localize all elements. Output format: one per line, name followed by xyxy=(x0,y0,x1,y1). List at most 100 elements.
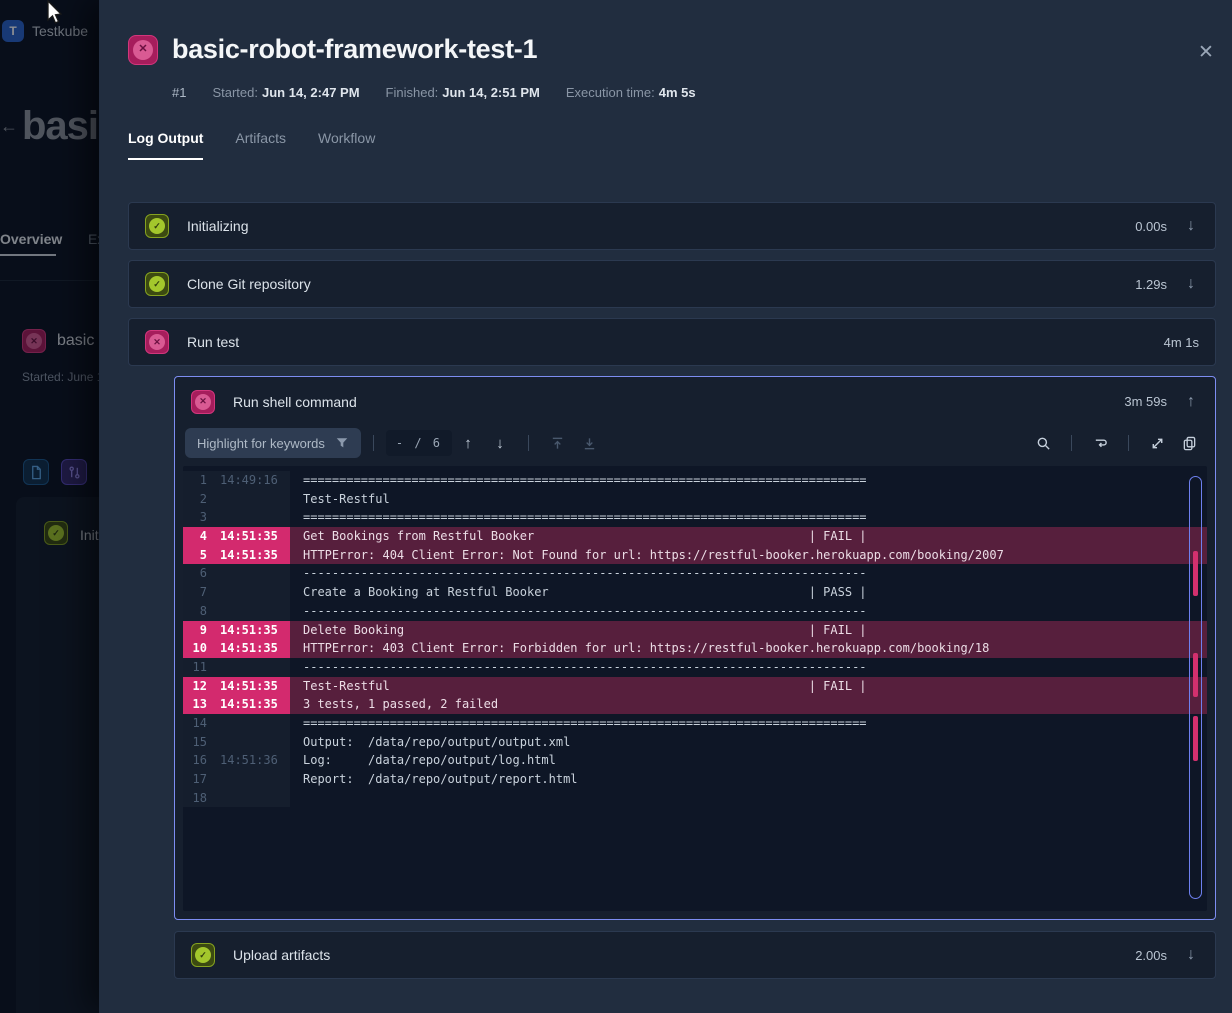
log-scrollbar[interactable] xyxy=(1189,476,1202,899)
log-line: 414:51:35Get Bookings from Restful Booke… xyxy=(183,527,1207,546)
filter-icon xyxy=(335,436,349,450)
expand-arrow-icon[interactable]: ↓ xyxy=(1183,275,1199,293)
log-line: 14======================================… xyxy=(183,714,1207,733)
step-label: Initializing xyxy=(187,218,1135,234)
started-label: Started: xyxy=(212,85,258,100)
log-line: 7Create a Booking at Restful Booker | PA… xyxy=(183,583,1207,602)
log-lines: 114:49:16===============================… xyxy=(183,471,1207,807)
execution-time-label: Execution time: xyxy=(566,85,655,100)
error-position-mark xyxy=(1193,653,1198,697)
toolbar-divider xyxy=(1128,435,1129,451)
tab-workflow[interactable]: Workflow xyxy=(318,130,375,160)
step-label: Clone Git repository xyxy=(187,276,1135,292)
expand-arrow-icon[interactable]: ↓ xyxy=(1183,217,1199,235)
mouse-cursor-icon xyxy=(42,0,62,28)
highlight-keywords-label: Highlight for keywords xyxy=(197,436,325,451)
arrow-to-top-icon xyxy=(550,436,565,451)
close-button[interactable]: ✕ xyxy=(1194,40,1218,64)
toolbar-divider xyxy=(528,435,529,451)
search-icon xyxy=(1036,436,1051,451)
execution-number: #1 xyxy=(172,85,186,100)
toolbar-divider xyxy=(373,435,374,451)
error-position-mark xyxy=(1193,716,1198,761)
log-line: 15Output: /data/repo/output/output.xml xyxy=(183,733,1207,752)
log-line: 3=======================================… xyxy=(183,508,1207,527)
started-value: Jun 14, 2:47 PM xyxy=(262,85,360,100)
step-status-icon: ✓ xyxy=(145,214,169,238)
execution-meta: #1 Started: Jun 14, 2:47 PM Finished:Jun … xyxy=(172,85,1216,100)
log-line: 2Test-Restful xyxy=(183,490,1207,509)
step-row-run-test[interactable]: ✕ Run test 4m 1s xyxy=(128,318,1216,366)
copy-icon xyxy=(1182,436,1197,451)
step-label: Upload artifacts xyxy=(233,947,1135,963)
search-button[interactable] xyxy=(1031,431,1055,455)
fullscreen-button[interactable] xyxy=(1145,431,1169,455)
expand-icon xyxy=(1150,436,1165,451)
log-line: 1614:51:36Log: /data/repo/output/log.htm… xyxy=(183,751,1207,770)
step-status-icon: ✓ xyxy=(145,272,169,296)
x-icon: ✕ xyxy=(149,334,165,350)
drawer-tabs: Log Output Artifacts Workflow xyxy=(128,130,1216,160)
steps-list: ✓ Initializing 0.00s ↓ ✓ Clone Git repos… xyxy=(128,202,1216,979)
finished-value: Jun 14, 2:51 PM xyxy=(442,85,540,100)
word-wrap-button[interactable] xyxy=(1088,431,1112,455)
toolbar-divider xyxy=(1071,435,1072,451)
started-field: Started: Jun 14, 2:47 PM xyxy=(212,85,359,100)
step-row-clone-git[interactable]: ✓ Clone Git repository 1.29s ↓ xyxy=(128,260,1216,308)
execution-time-field: Execution time: 4m 5s xyxy=(566,85,696,100)
collapse-arrow-icon[interactable]: ↑ xyxy=(1183,393,1199,411)
scroll-to-bottom-button[interactable] xyxy=(577,431,601,455)
shell-command-card: ✕ Run shell command 3m 59s ↑ Highlight f… xyxy=(174,376,1216,920)
log-line: 1214:51:35Test-Restful | FAIL | xyxy=(183,677,1207,696)
step-duration: 0.00s xyxy=(1135,219,1167,234)
step-label: Run shell command xyxy=(233,394,1124,410)
log-line: 18 xyxy=(183,789,1207,808)
log-line: 1014:51:35HTTPError: 403 Client Error: F… xyxy=(183,639,1207,658)
step-duration: 2.00s xyxy=(1135,948,1167,963)
step-status-icon: ✕ xyxy=(191,390,215,414)
log-line: 8---------------------------------------… xyxy=(183,602,1207,621)
finished-label: Finished: xyxy=(386,85,439,100)
step-row-initializing[interactable]: ✓ Initializing 0.00s ↓ xyxy=(128,202,1216,250)
x-icon: ✕ xyxy=(195,394,211,410)
highlight-keywords-button[interactable]: Highlight for keywords xyxy=(185,428,361,458)
step-duration: 1.29s xyxy=(1135,277,1167,292)
copy-button[interactable] xyxy=(1177,431,1201,455)
x-icon: ✕ xyxy=(133,40,153,60)
step-duration: 4m 1s xyxy=(1164,335,1199,350)
log-line: 914:51:35Delete Booking | FAIL | xyxy=(183,621,1207,640)
log-viewer[interactable]: 114:49:16===============================… xyxy=(183,466,1207,911)
check-icon: ✓ xyxy=(149,218,165,234)
word-wrap-icon xyxy=(1093,436,1108,451)
step-row-upload-artifacts[interactable]: ✓ Upload artifacts 2.00s ↓ xyxy=(174,931,1216,979)
execution-title: basic-robot-framework-test-1 xyxy=(172,34,537,65)
execution-time-value: 4m 5s xyxy=(659,85,696,100)
match-counter: - / 6 xyxy=(386,430,452,456)
log-line: 6---------------------------------------… xyxy=(183,564,1207,583)
finished-field: Finished:Jun 14, 2:51 PM xyxy=(386,85,540,100)
previous-match-button[interactable]: ↑ xyxy=(456,431,480,455)
step-duration: 3m 59s xyxy=(1124,394,1167,409)
scroll-to-top-button[interactable] xyxy=(545,431,569,455)
drawer-header: ✕ basic-robot-framework-test-1 xyxy=(128,34,1216,65)
log-toolbar: Highlight for keywords - / 6 ↑ ↓ xyxy=(175,426,1215,466)
step-status-icon: ✓ xyxy=(191,943,215,967)
log-line: 11--------------------------------------… xyxy=(183,658,1207,677)
arrow-to-bottom-icon xyxy=(582,436,597,451)
shell-command-header[interactable]: ✕ Run shell command 3m 59s ↑ xyxy=(175,377,1215,426)
expand-arrow-icon[interactable]: ↓ xyxy=(1183,946,1199,964)
log-line: 17Report: /data/repo/output/report.html xyxy=(183,770,1207,789)
step-status-icon: ✕ xyxy=(145,330,169,354)
tab-log-output[interactable]: Log Output xyxy=(128,130,203,160)
check-icon: ✓ xyxy=(195,947,211,963)
log-line: 514:51:35HTTPError: 404 Client Error: No… xyxy=(183,546,1207,565)
log-line: 1314:51:353 tests, 1 passed, 2 failed xyxy=(183,695,1207,714)
tab-artifacts[interactable]: Artifacts xyxy=(235,130,286,160)
error-position-mark xyxy=(1193,551,1198,596)
step-label: Run test xyxy=(187,334,1164,350)
execution-status-icon: ✕ xyxy=(128,35,158,65)
log-line: 114:49:16===============================… xyxy=(183,471,1207,490)
execution-drawer: ✕ basic-robot-framework-test-1 ✕ #1 Star… xyxy=(99,0,1232,1013)
next-match-button[interactable]: ↓ xyxy=(488,431,512,455)
check-icon: ✓ xyxy=(149,276,165,292)
